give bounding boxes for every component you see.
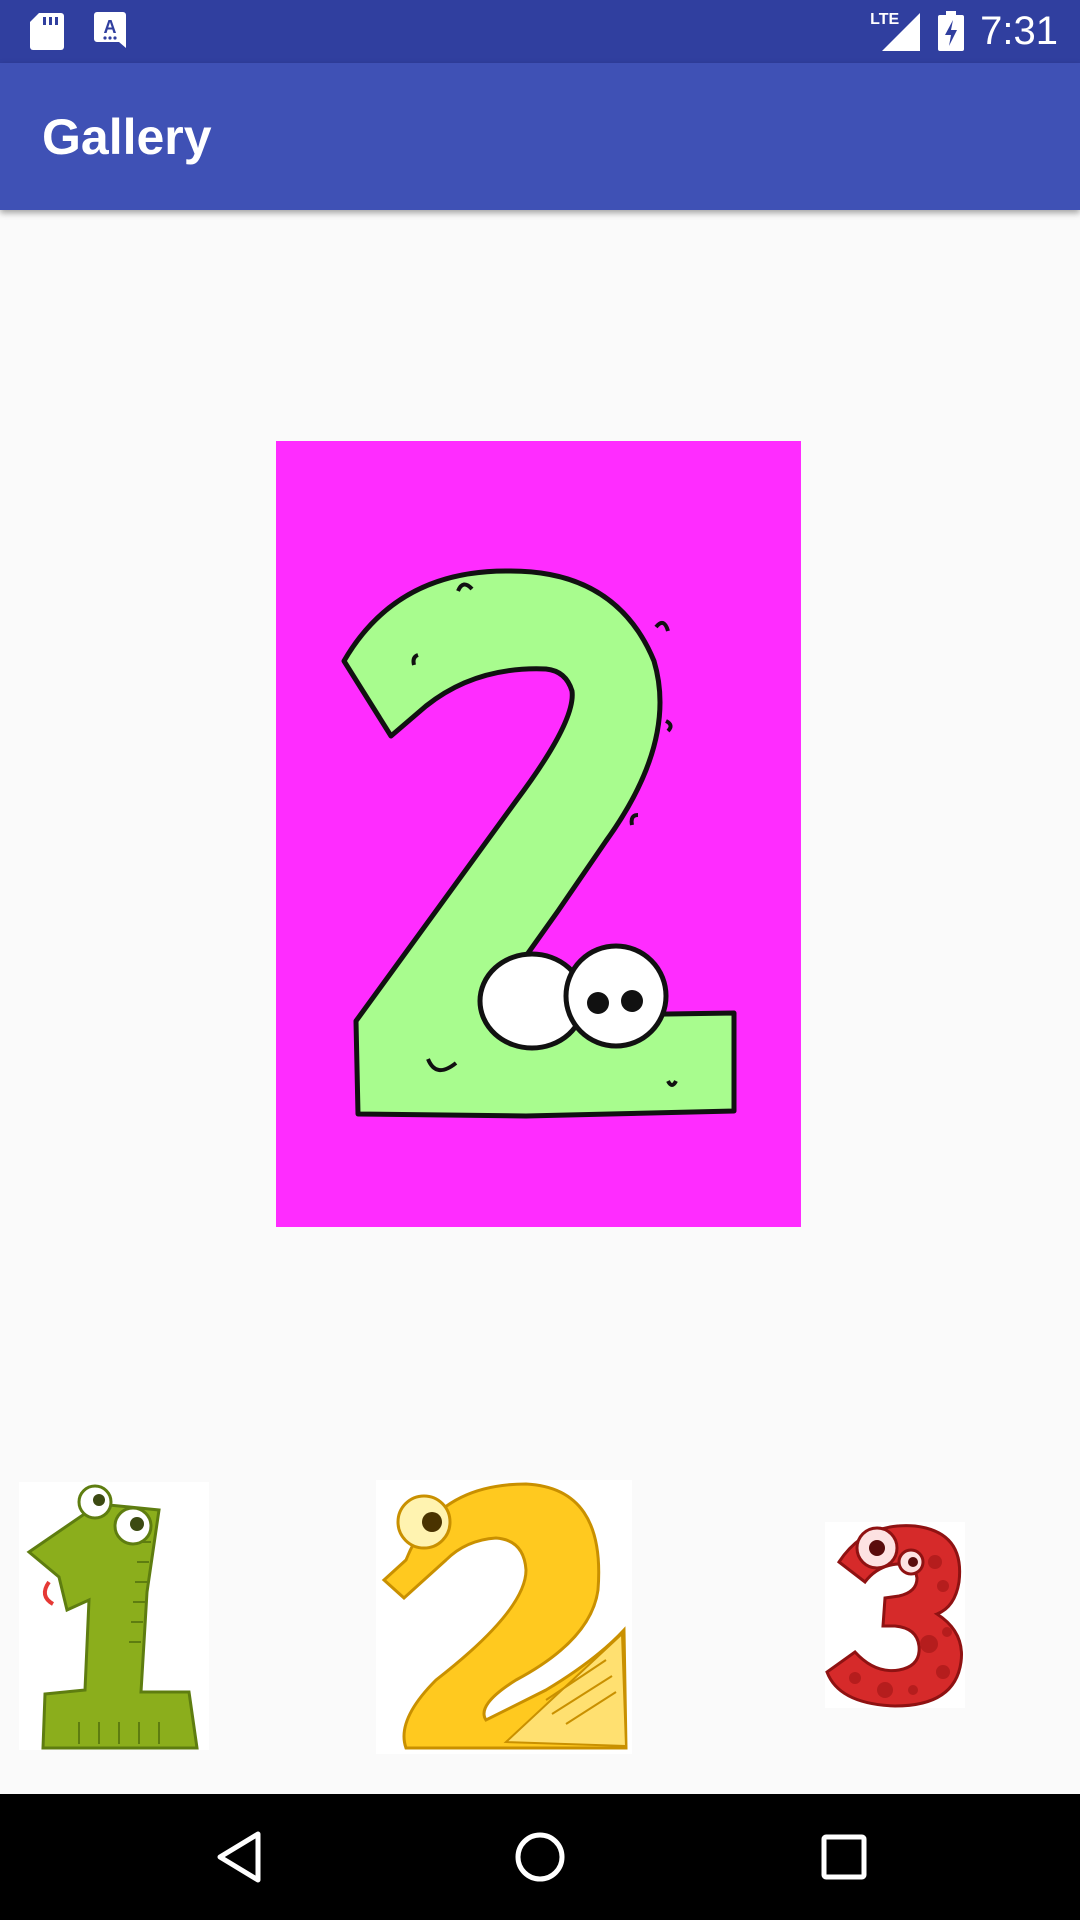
- green-number-two-illustration: [341, 568, 737, 1119]
- main-image[interactable]: [276, 441, 801, 1227]
- navigation-bar: [0, 1794, 1080, 1920]
- thumbnail-yellow-two[interactable]: [376, 1480, 632, 1754]
- yellow-number-two-illustration: [381, 1482, 628, 1750]
- recents-button[interactable]: [754, 1794, 934, 1920]
- thumbnail-green-one[interactable]: [19, 1482, 209, 1750]
- battery-charging-icon: [938, 11, 965, 51]
- red-number-three-illustration: [825, 1524, 963, 1708]
- lte-signal-icon: LTE: [870, 9, 922, 53]
- page-title: Gallery: [42, 109, 212, 165]
- status-bar: A LTE 7:31: [0, 0, 1080, 63]
- back-button[interactable]: [148, 1794, 328, 1920]
- status-clock: 7:31: [980, 9, 1058, 53]
- recents-icon: [821, 1834, 867, 1880]
- back-icon: [214, 1830, 262, 1884]
- thumbnail-red-three[interactable]: [825, 1522, 965, 1708]
- home-button[interactable]: [450, 1794, 630, 1920]
- app-bar: Gallery: [0, 63, 1080, 210]
- sd-card-icon: [30, 12, 64, 50]
- home-icon: [513, 1830, 567, 1884]
- green-number-one-illustration: [26, 1484, 199, 1750]
- network-label: LTE: [870, 11, 900, 28]
- svg-text:A: A: [104, 17, 117, 37]
- text-format-icon: A: [94, 12, 126, 50]
